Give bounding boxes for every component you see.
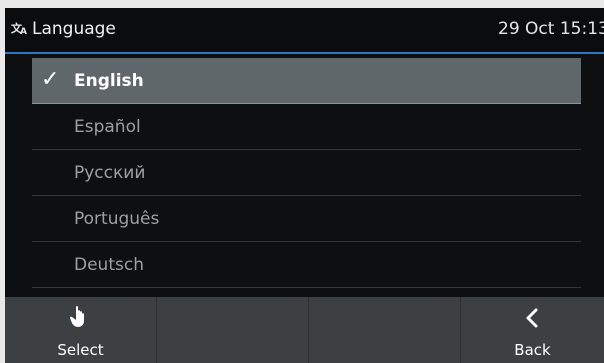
language-item-english[interactable]: ✓ English [32,58,581,104]
chevron-left-icon [524,307,540,335]
header-bar: 文 A Language 29 Oct 15:13 [5,8,604,52]
language-item-label: Português [74,209,160,229]
language-item-espanol[interactable]: Español [32,104,581,150]
language-item-label: Русский [74,163,146,183]
back-softkey-label: Back [514,341,551,359]
select-softkey[interactable]: Select [5,297,157,363]
header-divider [5,52,604,54]
datetime-label: 29 Oct 15:13 [498,19,604,39]
svg-text:A: A [20,27,27,35]
language-list: ✓ English Español Русский Português Deut… [32,58,581,288]
phone-screen: 文 A Language 29 Oct 15:13 ✓ English Espa… [5,8,604,363]
hand-pointer-icon [69,305,89,335]
softkey-bar: Select Back [5,297,604,363]
language-item-portugues[interactable]: Português [32,196,581,242]
back-softkey[interactable]: Back [461,297,604,363]
language-item-deutsch[interactable]: Deutsch [32,242,581,288]
language-item-label: Español [74,117,141,137]
empty-softkey-2[interactable] [157,297,309,363]
select-softkey-label: Select [57,341,104,359]
language-icon: 文 A [11,21,29,38]
empty-softkey-3[interactable] [309,297,461,363]
language-item-label: Deutsch [74,255,144,275]
language-item-label: English [74,71,144,91]
language-item-russian[interactable]: Русский [32,150,581,196]
check-icon: ✓ [41,67,60,92]
page-title: Language [32,19,116,39]
